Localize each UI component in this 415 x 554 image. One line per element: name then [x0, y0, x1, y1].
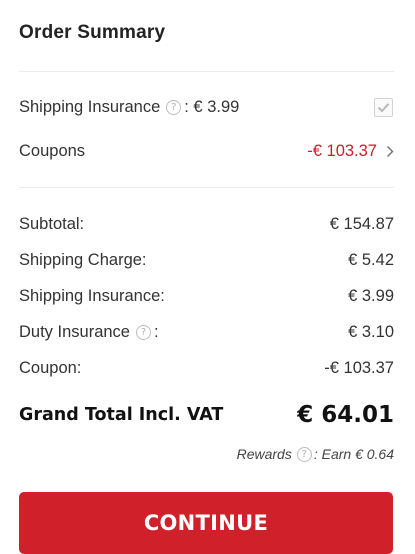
shipping-charge-row: Shipping Charge: € 5.42 — [19, 248, 394, 272]
subtotal-value: € 154.87 — [329, 214, 394, 233]
rewards-earn: : Earn € 0.64 — [313, 446, 394, 462]
order-summary-panel: Order Summary Shipping Insurance ? : € 3… — [0, 0, 415, 554]
shipping-insurance-option-price: : € 3.99 — [184, 97, 240, 116]
duty-insurance-row: Duty Insurance ? : € 3.10 — [19, 320, 394, 344]
rewards-label: Rewards — [236, 446, 292, 462]
shipping-insurance-option: Shipping Insurance ? : € 3.99 — [19, 95, 394, 119]
duty-insurance-colon: : — [153, 322, 159, 341]
shipping-insurance-row: Shipping Insurance: € 3.99 — [19, 284, 394, 308]
grand-total-label: Grand Total Incl. VAT — [19, 405, 224, 425]
shipping-insurance-label: Shipping Insurance: — [19, 286, 165, 305]
subtotal-label: Subtotal: — [19, 214, 85, 233]
continue-button[interactable]: CONTINUE — [19, 492, 393, 554]
divider — [19, 71, 394, 72]
coupon-label: Coupon: — [19, 358, 82, 377]
shipping-insurance-option-label: Shipping Insurance — [19, 97, 161, 116]
order-summary-title: Order Summary — [19, 22, 166, 43]
grand-total-row: Grand Total Incl. VAT € 64.01 — [19, 400, 394, 430]
divider — [19, 187, 394, 188]
duty-insurance-label: Duty Insurance — [19, 322, 130, 341]
chevron-right-icon[interactable] — [386, 145, 394, 158]
grand-total-value: € 64.01 — [297, 402, 394, 428]
shipping-insurance-checkbox[interactable] — [374, 97, 393, 117]
help-icon[interactable]: ? — [296, 446, 312, 462]
coupons-label: Coupons — [19, 141, 86, 160]
help-icon[interactable]: ? — [135, 324, 151, 340]
shipping-insurance-value: € 3.99 — [348, 286, 394, 305]
coupons-value: -€ 103.37 — [307, 141, 377, 160]
rewards-line: Rewards ? : Earn € 0.64 — [237, 444, 394, 464]
coupons-row[interactable]: Coupons -€ 103.37 — [19, 139, 394, 163]
coupon-value: -€ 103.37 — [324, 358, 394, 377]
shipping-charge-value: € 5.42 — [348, 250, 394, 269]
help-icon[interactable]: ? — [166, 99, 182, 115]
shipping-charge-label: Shipping Charge: — [19, 250, 147, 269]
duty-insurance-value: € 3.10 — [348, 322, 394, 341]
coupon-row: Coupon: -€ 103.37 — [19, 356, 394, 380]
checkmark-icon — [377, 102, 390, 112]
subtotal-row: Subtotal: € 154.87 — [19, 212, 394, 236]
